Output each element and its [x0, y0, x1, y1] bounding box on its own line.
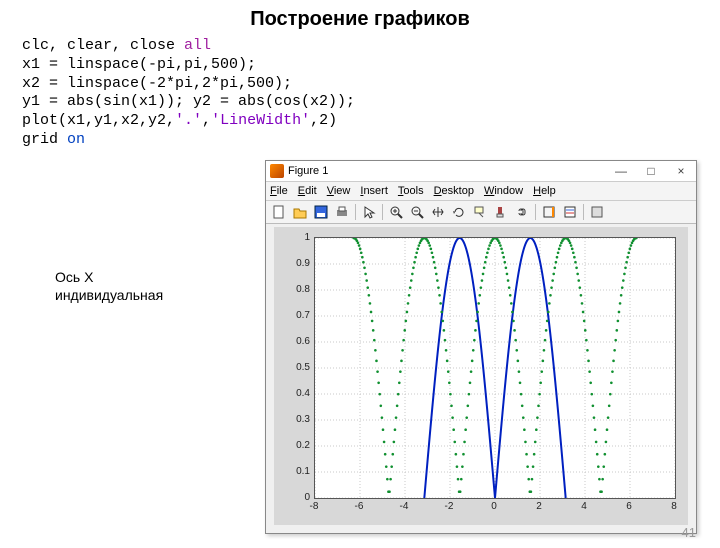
side-note: Ось X индивидуальная: [55, 268, 163, 304]
datatip-icon[interactable]: [470, 202, 490, 222]
print-icon[interactable]: [332, 202, 352, 222]
svg-text:8: 8: [671, 501, 677, 512]
svg-text:0.1: 0.1: [296, 466, 310, 477]
svg-text:0.7: 0.7: [296, 310, 310, 321]
pan-icon[interactable]: [428, 202, 448, 222]
menu-edit[interactable]: Edit: [298, 185, 317, 197]
hide-tools-icon[interactable]: [587, 202, 607, 222]
svg-text:-2: -2: [445, 501, 454, 512]
svg-text:0.3: 0.3: [296, 414, 310, 425]
menu-tools[interactable]: Tools: [398, 185, 424, 197]
svg-text:0: 0: [304, 492, 310, 503]
svg-text:-4: -4: [400, 501, 409, 512]
plot-area: -8 -6 -4 -2 0 2 4 6 8 0 0.1 0.2 0.3 0.4 0.5 0.6 0.7 0.8 0.…: [274, 227, 688, 525]
figure-window: Figure 1 — □ × File Edit View Insert Too…: [265, 160, 697, 534]
maximize-button[interactable]: □: [636, 164, 666, 178]
svg-text:0.4: 0.4: [296, 388, 310, 399]
minimize-button[interactable]: —: [606, 164, 636, 178]
menu-window[interactable]: Window: [484, 185, 523, 197]
svg-text:0.9: 0.9: [296, 258, 310, 269]
menubar: File Edit View Insert Tools Desktop Wind…: [266, 182, 696, 201]
page-title: Построение графиков: [0, 8, 720, 31]
save-icon[interactable]: [311, 202, 331, 222]
svg-text:6: 6: [626, 501, 632, 512]
open-icon[interactable]: [290, 202, 310, 222]
toolbar: [266, 201, 696, 224]
svg-text:0.6: 0.6: [296, 336, 310, 347]
menu-desktop[interactable]: Desktop: [434, 185, 474, 197]
menu-insert[interactable]: Insert: [360, 185, 388, 197]
svg-text:0: 0: [491, 501, 497, 512]
svg-text:-8: -8: [310, 501, 319, 512]
colorbar-icon[interactable]: [539, 202, 559, 222]
svg-text:0.2: 0.2: [296, 440, 310, 451]
zoom-in-icon[interactable]: [386, 202, 406, 222]
titlebar: Figure 1 — □ ×: [266, 161, 696, 182]
page-number: 41: [682, 525, 696, 540]
menu-file[interactable]: File: [270, 185, 288, 197]
new-icon[interactable]: [269, 202, 289, 222]
svg-text:-6: -6: [355, 501, 364, 512]
code-block: clc, clear, close all x1 = linspace(-pi,…: [22, 37, 720, 150]
close-button[interactable]: ×: [666, 164, 696, 178]
rotate-icon[interactable]: [449, 202, 469, 222]
chart: [314, 237, 676, 499]
svg-text:1: 1: [304, 232, 310, 243]
zoom-out-icon[interactable]: [407, 202, 427, 222]
legend-icon[interactable]: [560, 202, 580, 222]
matlab-icon: [270, 164, 284, 178]
window-title: Figure 1: [288, 165, 328, 177]
pointer-icon[interactable]: [359, 202, 379, 222]
svg-text:0.8: 0.8: [296, 284, 310, 295]
menu-help[interactable]: Help: [533, 185, 556, 197]
brush-icon[interactable]: [491, 202, 511, 222]
svg-text:4: 4: [581, 501, 587, 512]
link-icon[interactable]: [512, 202, 532, 222]
svg-text:2: 2: [536, 501, 542, 512]
svg-text:0.5: 0.5: [296, 362, 310, 373]
menu-view[interactable]: View: [327, 185, 351, 197]
